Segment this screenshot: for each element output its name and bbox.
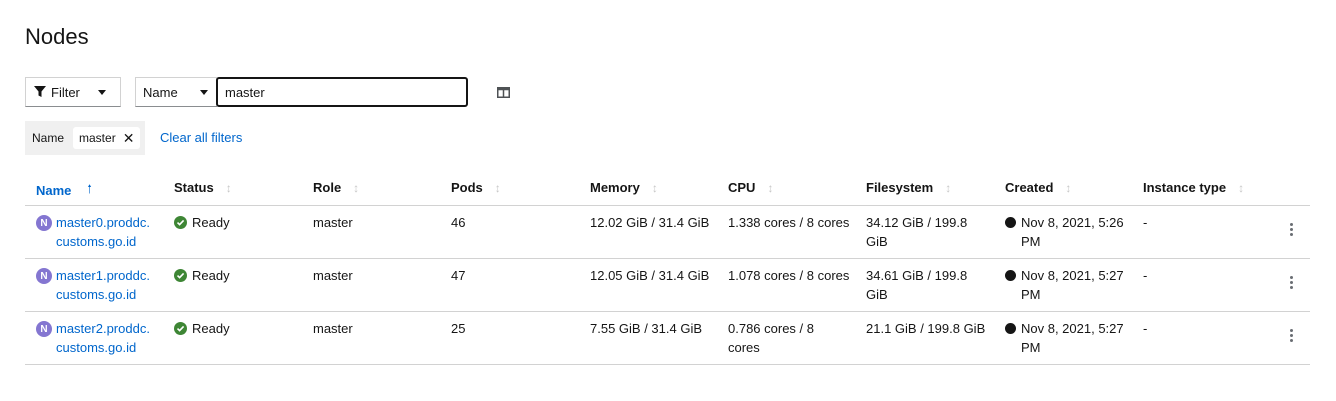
close-icon[interactable]: ✕ xyxy=(123,131,135,145)
kebab-menu-icon[interactable] xyxy=(1288,276,1294,289)
caret-down-icon xyxy=(199,89,208,95)
globe-icon xyxy=(1005,323,1016,334)
role-cell: master xyxy=(313,268,353,283)
pods-cell: 25 xyxy=(451,321,466,336)
cpu-cell: 1.338 cores / 8 cores xyxy=(728,215,850,230)
column-header-memory[interactable]: Memory ↕ xyxy=(590,180,658,195)
memory-cell: 12.05 GiB / 31.4 GiB xyxy=(590,268,710,283)
filter-chip: master ✕ xyxy=(73,127,141,149)
sort-icon: ↕ xyxy=(767,180,774,195)
table-header: Name 🠑 Status ↕ Role ↕ Pods ↕ Memory ↕ CPU ↕ F… xyxy=(25,174,1310,206)
filesystem-cell: 34.61 GiB / 199.8 GiB xyxy=(866,268,968,302)
column-header-name[interactable]: Name 🠑 xyxy=(36,180,92,201)
status-cell: Ready xyxy=(174,266,230,285)
memory-cell: 12.02 GiB / 31.4 GiB xyxy=(590,215,710,230)
role-cell: master xyxy=(313,215,353,230)
filter-chip-group: Name master ✕ xyxy=(25,121,145,155)
node-link[interactable]: master1.proddc.customs.go.id xyxy=(56,266,156,304)
filesystem-cell: 21.1 GiB / 199.8 GiB xyxy=(866,321,986,336)
filter-chip-value: master xyxy=(79,131,116,145)
pods-cell: 47 xyxy=(451,268,466,283)
node-name-cell: N master1.proddc.customs.go.id xyxy=(36,266,156,304)
filter-label: Filter xyxy=(51,84,80,100)
chip-group-category: Name xyxy=(32,131,65,145)
sort-icon: ↕ xyxy=(1238,180,1245,195)
role-cell: master xyxy=(313,321,353,336)
kebab-menu-icon[interactable] xyxy=(1288,223,1294,236)
manage-columns-button[interactable] xyxy=(494,84,512,100)
page-title: Nodes xyxy=(25,24,89,49)
sort-icon: ↕ xyxy=(945,180,952,195)
sort-icon: ↕ xyxy=(225,180,232,195)
created-cell: Nov 8, 2021, 5:27 PM xyxy=(1005,266,1130,304)
column-header-role[interactable]: Role ↕ xyxy=(313,180,359,195)
kebab-menu-icon[interactable] xyxy=(1288,329,1294,342)
table-row: N master1.proddc.customs.go.id Ready mas… xyxy=(25,259,1310,312)
created-cell: Nov 8, 2021, 5:26 PM xyxy=(1005,213,1130,251)
column-header-created[interactable]: Created ↕ xyxy=(1005,180,1071,195)
column-header-filesystem[interactable]: Filesystem ↕ xyxy=(866,180,951,195)
sort-icon: ↕ xyxy=(494,180,501,195)
globe-icon xyxy=(1005,270,1016,281)
created-cell: Nov 8, 2021, 5:27 PM xyxy=(1005,319,1130,357)
node-name-cell: N master2.proddc.customs.go.id xyxy=(36,319,156,357)
column-header-pods[interactable]: Pods ↕ xyxy=(451,180,501,195)
node-badge: N xyxy=(36,321,52,337)
column-header-instance-type[interactable]: Instance type ↕ xyxy=(1143,180,1244,195)
check-circle-icon xyxy=(174,322,187,335)
status-cell: Ready xyxy=(174,319,230,338)
status-cell: Ready xyxy=(174,213,230,232)
node-link[interactable]: master0.proddc.customs.go.id xyxy=(56,213,156,251)
filesystem-cell: 34.12 GiB / 199.8 GiB xyxy=(866,215,968,249)
caret-down-icon xyxy=(97,89,106,95)
node-name-cell: N master0.proddc.customs.go.id xyxy=(36,213,156,251)
check-circle-icon xyxy=(174,216,187,229)
attribute-select[interactable]: Name xyxy=(135,77,217,107)
pods-cell: 46 xyxy=(451,215,466,230)
globe-icon xyxy=(1005,217,1016,228)
instance-type-cell: - xyxy=(1143,321,1148,336)
check-circle-icon xyxy=(174,269,187,282)
memory-cell: 7.55 GiB / 31.4 GiB xyxy=(590,321,703,336)
attribute-select-label: Name xyxy=(143,84,178,100)
node-badge: N xyxy=(36,215,52,231)
column-header-status[interactable]: Status ↕ xyxy=(174,180,232,195)
node-badge: N xyxy=(36,268,52,284)
cpu-cell: 0.786 cores / 8 cores xyxy=(728,321,814,355)
cpu-cell: 1.078 cores / 8 cores xyxy=(728,268,850,283)
nodes-table: Name 🠑 Status ↕ Role ↕ Pods ↕ Memory ↕ CPU ↕ F… xyxy=(25,174,1310,365)
instance-type-cell: - xyxy=(1143,215,1148,230)
search-input[interactable] xyxy=(216,77,468,107)
instance-type-cell: - xyxy=(1143,268,1148,283)
sort-icon: ↕ xyxy=(651,180,658,195)
sort-icon: ↕ xyxy=(1065,180,1072,195)
node-link[interactable]: master2.proddc.customs.go.id xyxy=(56,319,156,357)
arrow-up-icon: 🠑 xyxy=(87,182,92,196)
clear-all-filters-link[interactable]: Clear all filters xyxy=(160,130,242,145)
sort-icon: ↕ xyxy=(353,180,360,195)
column-header-cpu[interactable]: CPU ↕ xyxy=(728,180,773,195)
columns-icon xyxy=(496,86,510,98)
filter-dropdown-button[interactable]: Filter xyxy=(25,77,121,107)
filter-icon xyxy=(34,86,46,97)
table-row: N master2.proddc.customs.go.id Ready mas… xyxy=(25,312,1310,365)
table-row: N master0.proddc.customs.go.id Ready mas… xyxy=(25,206,1310,259)
